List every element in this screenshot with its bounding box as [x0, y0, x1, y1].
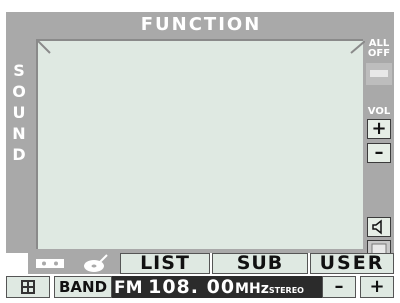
- mute-button[interactable]: [367, 217, 391, 237]
- all-off-label: ALL OFF: [367, 38, 391, 59]
- tab-cassette[interactable]: [28, 253, 74, 274]
- function-frame: FUNCTION S O U N D ALL OFF VOL + –: [6, 12, 394, 260]
- vol-down-button[interactable]: –: [367, 143, 391, 163]
- band-indicator: FM: [114, 278, 143, 298]
- vol-label: VOL: [367, 106, 391, 117]
- speaker-icon: [372, 219, 382, 235]
- frequency-unit: MHz: [235, 281, 269, 297]
- sound-letter-d: D: [12, 145, 26, 164]
- tab-disc[interactable]: [74, 253, 120, 274]
- page-title: FUNCTION: [140, 14, 262, 35]
- map-icon: [21, 280, 35, 294]
- sound-letter-o: O: [12, 82, 26, 101]
- cassette-icon: [36, 259, 64, 268]
- frame-corner-lines: [38, 41, 365, 54]
- tab-sub[interactable]: SUB: [212, 253, 308, 274]
- tab-user[interactable]: USER: [310, 253, 394, 274]
- frequency-display: FM 108. 00MHzSTEREO: [112, 276, 322, 298]
- status-row: BAND FM 108. 00MHzSTEREO – +: [6, 276, 394, 298]
- all-off-button[interactable]: [366, 63, 392, 85]
- map-button[interactable]: [6, 276, 50, 298]
- right-control-column: ALL OFF VOL + –: [364, 38, 394, 260]
- sound-letter-n: N: [12, 124, 26, 143]
- seek-down-button[interactable]: –: [322, 276, 356, 298]
- audio-function-screen: FUNCTION S O U N D ALL OFF VOL + – LIST …: [0, 0, 400, 303]
- sound-letter-s: S: [13, 61, 25, 80]
- frequency-value: 108. 00: [148, 276, 236, 298]
- vol-up-button[interactable]: +: [367, 119, 391, 139]
- band-button[interactable]: BAND: [54, 276, 112, 298]
- tab-list[interactable]: LIST: [120, 253, 210, 274]
- seek-up-button[interactable]: +: [360, 276, 394, 298]
- content-area: [36, 39, 365, 249]
- stereo-indicator: STEREO: [268, 286, 304, 295]
- sound-vertical-label: S O U N D: [8, 60, 30, 165]
- tab-row: LIST SUB USER: [6, 253, 394, 274]
- disc-icon: [84, 254, 108, 272]
- sound-letter-u: U: [12, 103, 26, 122]
